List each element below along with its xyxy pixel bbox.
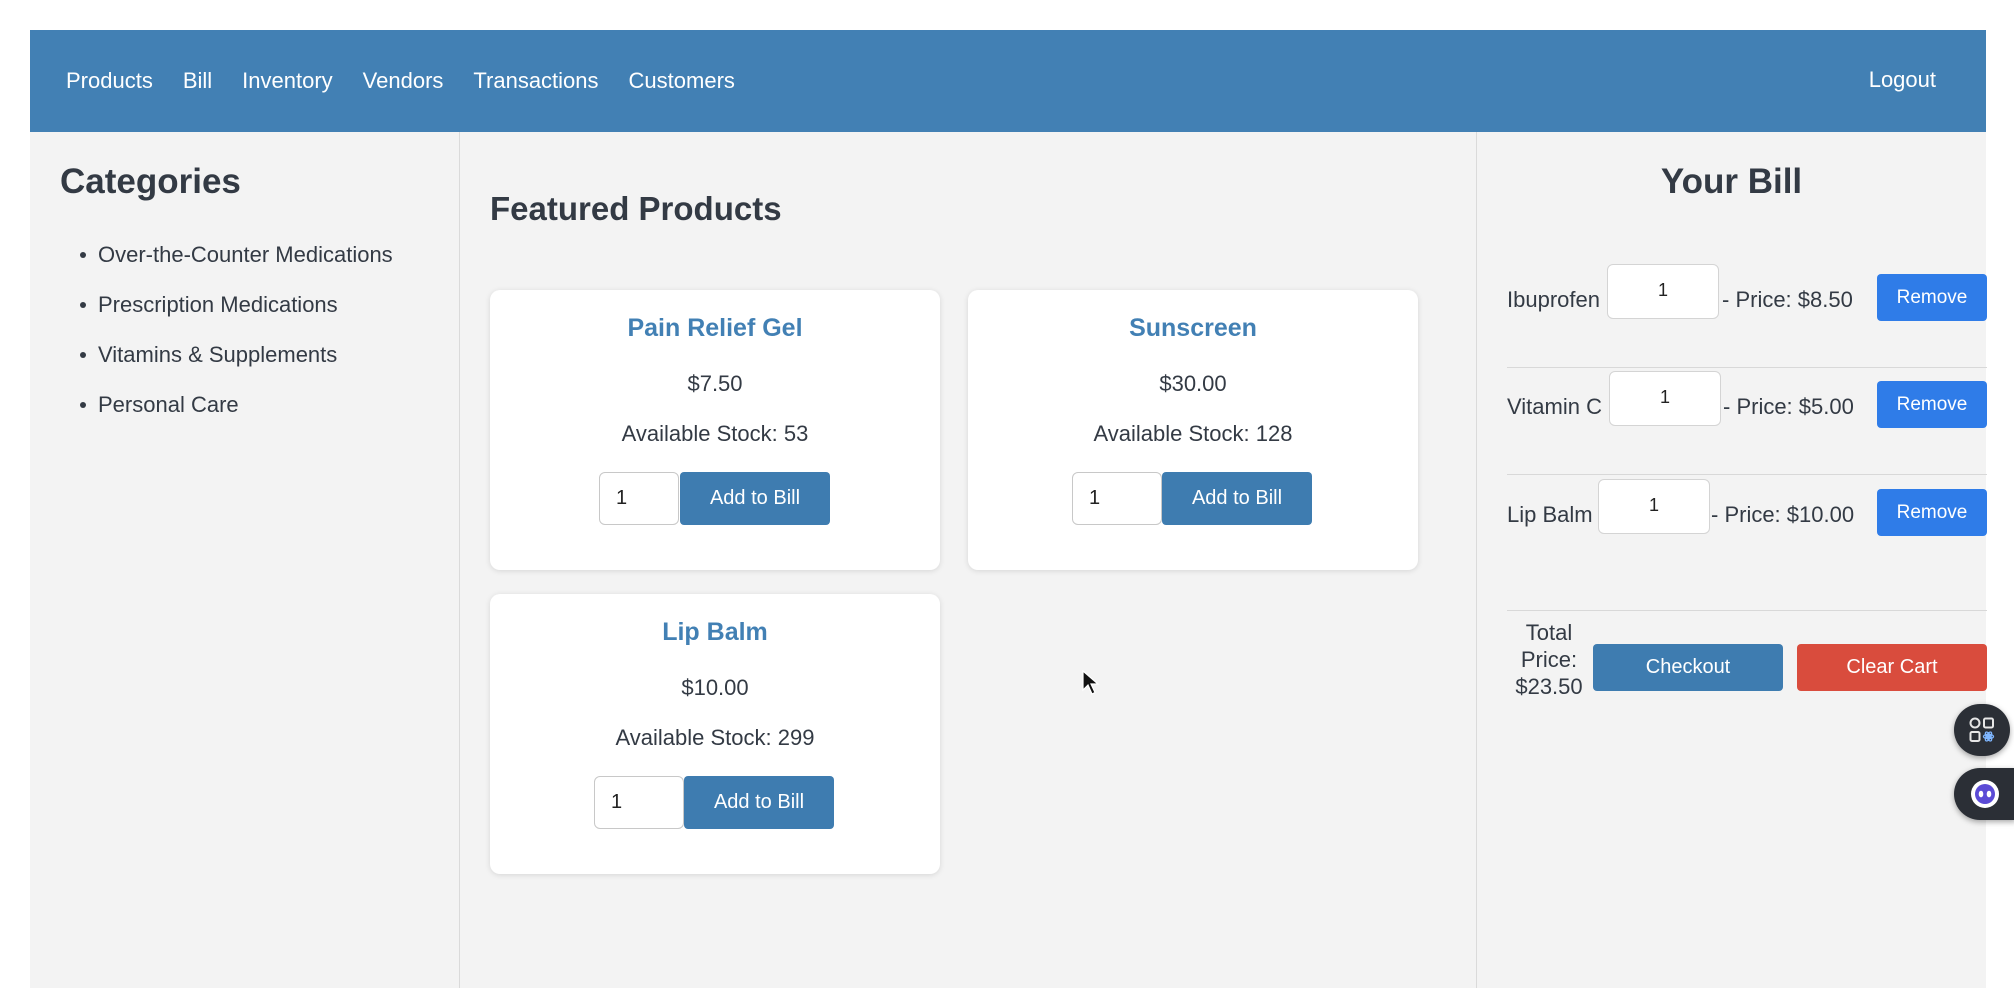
product-name: Lip Balm xyxy=(662,618,768,646)
product-card: Lip Balm $10.00 Available Stock: 299 Add… xyxy=(490,594,940,874)
total-price-label-line: Price: xyxy=(1520,647,1578,672)
add-to-bill-button[interactable]: Add to Bill xyxy=(684,776,834,829)
category-item[interactable]: Over-the-Counter Medications xyxy=(80,242,393,292)
bill-item-name: Lip Balm xyxy=(1507,502,1593,527)
bill-item-price: - Price: $5.00 xyxy=(1723,394,1854,419)
product-stock: Available Stock: 128 xyxy=(1093,421,1293,446)
total-price-value: $23.50 xyxy=(1515,674,1583,699)
clear-cart-button[interactable]: Clear Cart xyxy=(1797,644,1987,691)
checkout-button[interactable]: Checkout xyxy=(1593,644,1783,691)
add-to-bill-button[interactable]: Add to Bill xyxy=(1162,472,1312,525)
product-card: Pain Relief Gel $7.50 Available Stock: 5… xyxy=(490,290,940,570)
remove-button[interactable]: Remove xyxy=(1877,274,1987,321)
total-price: Total Price: $23.50 xyxy=(1507,619,1591,700)
bill-item-name: Vitamin C xyxy=(1507,394,1602,419)
bill-item-quantity-input[interactable]: 1 xyxy=(1609,371,1721,426)
category-item[interactable]: Prescription Medications xyxy=(80,292,393,342)
product-price: $7.50 xyxy=(687,371,743,396)
divider xyxy=(1507,610,1987,611)
mouse-cursor-icon xyxy=(1082,670,1100,695)
nav-link-transactions[interactable]: Transactions xyxy=(473,68,598,94)
total-price-label-line: Total xyxy=(1525,620,1573,645)
apps-glyph xyxy=(1969,717,1995,742)
categories-sidebar: Categories Over-the-Counter Medications … xyxy=(30,132,460,988)
product-price: $10.00 xyxy=(681,675,749,700)
assistant-bot-icon[interactable] xyxy=(1954,768,2014,820)
product-name: Sunscreen xyxy=(1129,314,1257,342)
nav-link-vendors[interactable]: Vendors xyxy=(363,68,444,94)
bill-item-row: Ibuprofen 1 - Price: $8.50 Remove xyxy=(1507,247,1987,355)
product-price: $30.00 xyxy=(1159,371,1227,396)
categories-list: Over-the-Counter Medications Prescriptio… xyxy=(80,242,393,442)
product-stock: Available Stock: 53 xyxy=(621,421,809,446)
apps-icon[interactable] xyxy=(1954,704,2010,756)
bill-item-name: Ibuprofen xyxy=(1507,287,1600,312)
category-item[interactable]: Personal Care xyxy=(80,392,393,442)
nav-link-bill[interactable]: Bill xyxy=(183,68,212,94)
bill-item-price: - Price: $10.00 xyxy=(1711,502,1855,527)
nav-link-customers[interactable]: Customers xyxy=(629,68,735,94)
featured-products-section: Featured Products Pain Relief Gel $7.50 … xyxy=(460,132,1475,988)
bill-item-row: Vitamin C 1 - Price: $5.00 Remove xyxy=(1507,354,1987,462)
add-to-bill-button[interactable]: Add to Bill xyxy=(680,472,830,525)
product-name: Pain Relief Gel xyxy=(627,314,803,342)
categories-title: Categories xyxy=(60,162,241,201)
nav-link-products[interactable]: Products xyxy=(66,68,153,94)
bill-title: Your Bill xyxy=(1660,162,1803,201)
featured-products-title: Featured Products xyxy=(490,190,782,227)
app-window: Products Bill Inventory Vendors Transact… xyxy=(30,30,1987,988)
quantity-input[interactable] xyxy=(599,472,679,525)
bill-panel: Your Bill Ibuprofen 1 - Price: $8.50 Rem… xyxy=(1476,132,1987,988)
bill-item-row: Lip Balm 1 - Price: $10.00 Remove xyxy=(1507,462,1987,570)
bill-item-quantity-input[interactable]: 1 xyxy=(1607,264,1719,319)
product-card: Sunscreen $30.00 Available Stock: 128 Ad… xyxy=(968,290,1418,570)
bill-item-quantity-input[interactable]: 1 xyxy=(1598,479,1710,534)
nav-link-inventory[interactable]: Inventory xyxy=(242,68,333,94)
top-navbar: Products Bill Inventory Vendors Transact… xyxy=(30,30,1986,132)
logout-link[interactable]: Logout xyxy=(1869,67,1936,93)
product-stock: Available Stock: 299 xyxy=(615,725,815,750)
bot-glyph xyxy=(1971,780,1999,808)
bill-item-price: - Price: $8.50 xyxy=(1722,287,1853,312)
quantity-input[interactable] xyxy=(1072,472,1162,525)
nav-links: Products Bill Inventory Vendors Transact… xyxy=(66,68,765,94)
remove-button[interactable]: Remove xyxy=(1877,489,1987,536)
category-item[interactable]: Vitamins & Supplements xyxy=(80,342,393,392)
remove-button[interactable]: Remove xyxy=(1877,381,1987,428)
quantity-input[interactable] xyxy=(594,776,684,829)
